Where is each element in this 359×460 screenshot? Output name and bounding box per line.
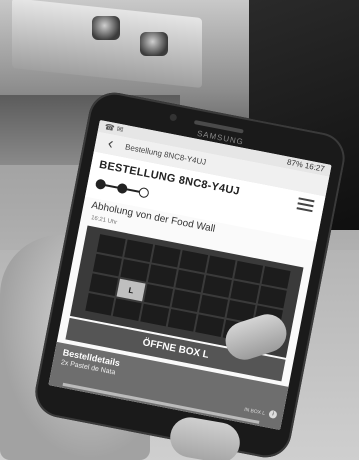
phone-screen: ☎ ✉ 87% 16:27 ‹ Bestellung 8NC8-Y4UJ BES… — [48, 119, 332, 431]
food-wall-box — [151, 244, 181, 268]
food-wall-box — [96, 234, 126, 257]
food-wall-box — [120, 259, 150, 282]
food-wall-box-highlighted: L — [116, 278, 146, 302]
food-wall-box — [202, 275, 232, 298]
appliance-knob — [140, 32, 168, 56]
food-wall-box — [147, 264, 177, 288]
progress-step-current — [137, 186, 150, 199]
food-wall-box — [124, 239, 154, 263]
progress-step — [116, 182, 129, 195]
back-arrow-icon[interactable]: ‹ — [100, 134, 121, 155]
pickup-time: 16:21 Uhr — [90, 215, 118, 227]
hamburger-menu-icon[interactable] — [296, 197, 315, 213]
food-wall-box — [179, 250, 209, 273]
progress-step — [94, 178, 107, 191]
food-wall-box — [140, 303, 170, 327]
food-wall-box — [230, 280, 260, 304]
food-wall-box — [234, 260, 264, 284]
food-wall-box — [206, 255, 236, 279]
food-wall-box — [112, 298, 142, 321]
food-wall-box — [167, 309, 197, 332]
info-icon[interactable]: i — [268, 409, 278, 420]
food-wall-box — [261, 266, 291, 289]
food-wall-box — [199, 294, 228, 318]
appliance-knob — [92, 16, 120, 40]
food-wall-box — [144, 284, 174, 307]
food-wall-box — [171, 289, 201, 313]
food-wall-box — [85, 293, 115, 316]
food-wall-box — [257, 285, 287, 309]
progress-steps — [94, 178, 156, 199]
photo-scene: SAMSUNG ☎ ✉ 87% 16:27 ‹ Bestellung 8NC8-… — [0, 0, 359, 460]
food-wall-box — [89, 273, 119, 297]
food-wall-box — [175, 269, 205, 293]
details-box-label: IN BOX L — [243, 406, 266, 417]
food-wall-box — [92, 253, 122, 277]
food-wall-box — [195, 314, 225, 338]
